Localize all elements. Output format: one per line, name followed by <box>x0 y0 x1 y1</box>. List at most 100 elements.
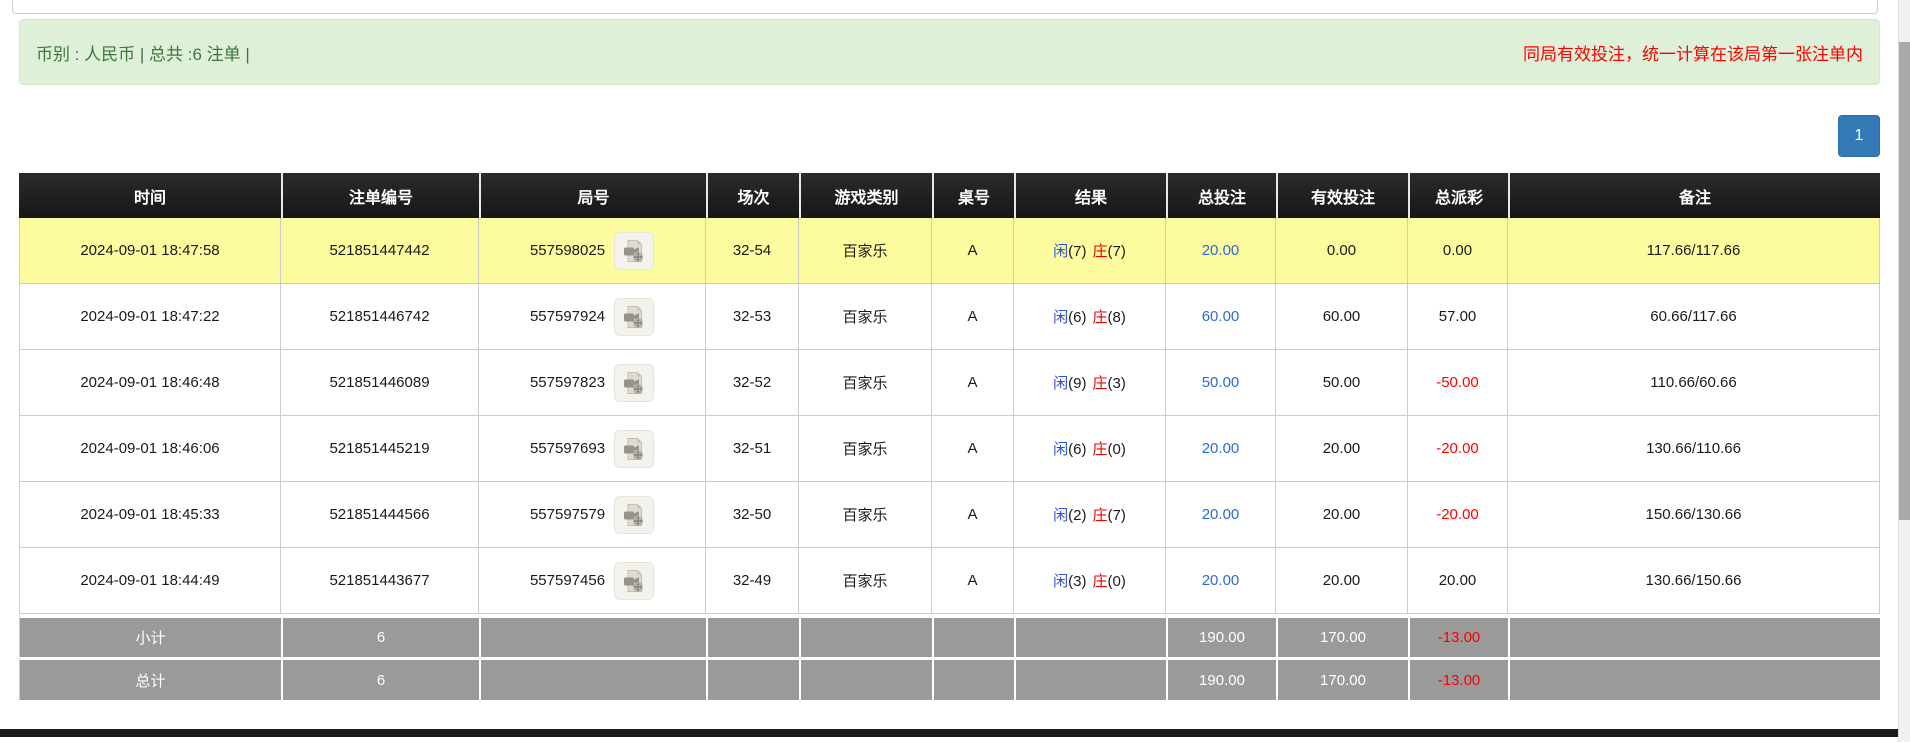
player-result-label: 闲 <box>1053 507 1069 524</box>
result-cell: 闲(6) 庄(8) <box>1014 284 1166 350</box>
video-replay-button[interactable] <box>614 363 655 402</box>
video-replay-button[interactable] <box>614 297 655 336</box>
total-bet-cell: 50.00 <box>1166 350 1276 416</box>
video-replay-button[interactable] <box>614 561 655 600</box>
video-replay-icon <box>624 569 644 592</box>
table-row: 2024-09-01 18:44:49 521851443677 5575974… <box>19 548 1880 614</box>
valid-bet-notice-text: 同局有效投注，统一计算在该局第一张注单内 <box>1523 44 1863 64</box>
result-cell: 闲(9) 庄(3) <box>1014 350 1166 416</box>
game-type-cell: 百家乐 <box>799 284 932 350</box>
column-header-total-bet: 总投注 <box>1166 173 1276 218</box>
table-no-cell: A <box>932 416 1014 482</box>
table-no-cell: A <box>932 350 1014 416</box>
grand-total-row: 总计 6 190.00 170.00 -13.00 <box>19 657 1880 700</box>
video-replay-icon <box>624 239 644 262</box>
header-row: 时间 注单编号 局号 场次 游戏类别 桌号 结果 总投注 有效投注 总派彩 备注 <box>19 173 1880 218</box>
grand-total-count: 6 <box>281 657 479 700</box>
column-header-game-type: 游戏类别 <box>799 173 932 218</box>
table-no-cell: A <box>932 482 1014 548</box>
round-id-cell: 557597456 <box>479 548 706 614</box>
table-no-cell: A <box>932 218 1014 284</box>
video-replay-button[interactable] <box>614 429 655 468</box>
round-id-cell: 557597693 <box>479 416 706 482</box>
column-header-result: 结果 <box>1014 173 1166 218</box>
video-replay-icon <box>624 503 644 526</box>
time-cell: 2024-09-01 18:46:06 <box>19 416 281 482</box>
total-bet-cell: 20.00 <box>1166 416 1276 482</box>
video-replay-button[interactable] <box>614 495 655 534</box>
bet-id-cell: 521851447442 <box>281 218 479 284</box>
round-id-text: 557598025 <box>529 242 606 259</box>
table-row: 2024-09-01 18:46:06 521851445219 5575976… <box>19 416 1880 482</box>
total-bet-link[interactable]: 60.00 <box>1202 308 1240 325</box>
grand-total-valid-bet: 170.00 <box>1276 657 1408 700</box>
total-bet-link[interactable]: 20.00 <box>1202 242 1240 259</box>
session-cell: 32-53 <box>706 284 799 350</box>
video-replay-icon <box>624 437 644 460</box>
round-id-text: 557597579 <box>529 506 606 523</box>
result-cell: 闲(7) 庄(7) <box>1014 218 1166 284</box>
column-header-valid-bet: 有效投注 <box>1276 173 1408 218</box>
session-cell: 32-54 <box>706 218 799 284</box>
round-id-text: 557597456 <box>529 572 606 589</box>
table-row: 2024-09-01 18:47:58 521851447442 5575980… <box>19 218 1880 284</box>
grand-total-payout: -13.00 <box>1408 657 1508 700</box>
bottom-divider <box>0 729 1898 737</box>
subtotal-row: 小计 6 190.00 170.00 -13.00 <box>19 614 1880 657</box>
subtotal-count: 6 <box>281 614 479 657</box>
banker-result-label: 庄 <box>1092 375 1108 392</box>
remark-cell: 117.66/117.66 <box>1508 218 1880 284</box>
total-bet-cell: 20.00 <box>1166 482 1276 548</box>
total-bet-link[interactable]: 20.00 <box>1202 572 1240 589</box>
pagination-page-1-button[interactable]: 1 <box>1838 115 1880 157</box>
table-row: 2024-09-01 18:45:33 521851444566 5575975… <box>19 482 1880 548</box>
valid-bet-cell: 20.00 <box>1276 482 1408 548</box>
session-cell: 32-50 <box>706 482 799 548</box>
bet-id-cell: 521851444566 <box>281 482 479 548</box>
total-bet-link[interactable]: 50.00 <box>1202 374 1240 391</box>
subtotal-payout: -13.00 <box>1408 614 1508 657</box>
time-cell: 2024-09-01 18:44:49 <box>19 548 281 614</box>
game-type-cell: 百家乐 <box>799 218 932 284</box>
remark-cell: 130.66/110.66 <box>1508 416 1880 482</box>
payout-cell: 20.00 <box>1408 548 1508 614</box>
time-cell: 2024-09-01 18:46:48 <box>19 350 281 416</box>
player-result-label: 闲 <box>1053 309 1069 326</box>
session-cell: 32-52 <box>706 350 799 416</box>
total-bet-link[interactable]: 20.00 <box>1202 440 1240 457</box>
column-header-round-id: 局号 <box>479 173 706 218</box>
currency-summary-text: 币别 : 人民币 | 总共 :6 注单 | <box>36 44 250 64</box>
bet-records-table: 时间 注单编号 局号 场次 游戏类别 桌号 结果 总投注 有效投注 总派彩 备注… <box>19 173 1880 700</box>
total-bet-cell: 20.00 <box>1166 548 1276 614</box>
top-panel-remnant <box>12 0 1878 14</box>
subtotal-valid-bet: 170.00 <box>1276 614 1408 657</box>
result-cell: 闲(6) 庄(0) <box>1014 416 1166 482</box>
subtotal-label: 小计 <box>19 614 281 657</box>
banker-result-label: 庄 <box>1092 507 1108 524</box>
video-replay-button[interactable] <box>614 231 655 270</box>
total-bet-cell: 20.00 <box>1166 218 1276 284</box>
table-no-cell: A <box>932 284 1014 350</box>
grand-total-label: 总计 <box>19 657 281 700</box>
subtotal-total-bet: 190.00 <box>1166 614 1276 657</box>
round-id-text: 557597693 <box>529 440 606 457</box>
column-header-payout: 总派彩 <box>1408 173 1508 218</box>
valid-bet-cell: 60.00 <box>1276 284 1408 350</box>
column-header-session: 场次 <box>706 173 799 218</box>
video-replay-icon <box>624 371 644 394</box>
scrollbar-track[interactable] <box>1898 0 1910 742</box>
total-bet-link[interactable]: 20.00 <box>1202 506 1240 523</box>
game-type-cell: 百家乐 <box>799 482 932 548</box>
payout-cell: 57.00 <box>1408 284 1508 350</box>
session-cell: 32-51 <box>706 416 799 482</box>
banker-result-label: 庄 <box>1092 309 1108 326</box>
summary-alert-bar: 币别 : 人民币 | 总共 :6 注单 | 同局有效投注，统一计算在该局第一张注… <box>19 19 1880 85</box>
scrollbar-thumb[interactable] <box>1899 42 1910 520</box>
banker-result-label: 庄 <box>1092 573 1108 590</box>
result-cell: 闲(2) 庄(7) <box>1014 482 1166 548</box>
remark-cell: 110.66/60.66 <box>1508 350 1880 416</box>
bet-id-cell: 521851443677 <box>281 548 479 614</box>
video-replay-icon <box>624 305 644 328</box>
session-cell: 32-49 <box>706 548 799 614</box>
round-id-text: 557597823 <box>529 374 606 391</box>
